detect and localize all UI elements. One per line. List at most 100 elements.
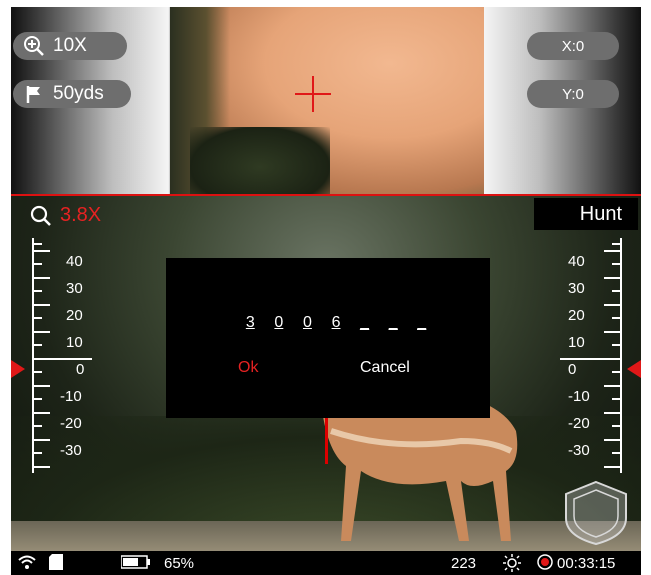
left-scale-label: -30 bbox=[60, 442, 82, 459]
preview-foliage bbox=[190, 127, 330, 195]
right-scale-minor-tick bbox=[612, 425, 622, 427]
magnification-value: 3.8X bbox=[60, 204, 102, 226]
right-scale-major-tick bbox=[604, 331, 622, 333]
battery-percent: 65% bbox=[164, 555, 195, 572]
right-scale-minor-tick bbox=[612, 317, 622, 319]
right-scale-minor-tick bbox=[612, 263, 622, 265]
digit-field[interactable]: 0 bbox=[265, 314, 294, 338]
shot-counter: 223 bbox=[451, 555, 477, 572]
x-offset-pill[interactable]: X:0 bbox=[527, 32, 619, 60]
right-scale-major-tick bbox=[604, 304, 622, 306]
left-scale-minor-tick bbox=[32, 317, 42, 319]
left-elevation-scale: 40 30 20 10 0 -10 -20 -30 bbox=[30, 238, 92, 473]
left-scale-major-tick bbox=[32, 304, 50, 306]
left-scale-spine bbox=[32, 238, 34, 473]
right-scale-major-tick bbox=[604, 412, 622, 414]
mode-label: Hunt bbox=[579, 202, 622, 225]
sd-card-icon bbox=[49, 554, 63, 570]
left-scale-label: 10 bbox=[66, 334, 83, 351]
right-scale-label: -20 bbox=[568, 415, 590, 432]
left-scale-minor-tick bbox=[32, 452, 42, 454]
right-scale-major-tick bbox=[604, 385, 622, 387]
left-scale-major-tick bbox=[32, 439, 50, 441]
viewfinder-frame: 10X 50yds X:0 Y:0 3.8X Hunt 40 30 20 10 … bbox=[0, 0, 651, 575]
mode-indicator[interactable]: Hunt bbox=[534, 198, 638, 230]
digit-entry-row[interactable]: 3 0 0 6 _ _ _ bbox=[236, 314, 436, 338]
left-scale-major-tick bbox=[32, 331, 50, 333]
main-reticle-vertical bbox=[325, 418, 328, 464]
right-scale-minor-tick bbox=[612, 371, 622, 373]
right-scale-label: 30 bbox=[568, 280, 585, 297]
left-scale-zero-tick bbox=[32, 358, 92, 360]
record-icon bbox=[537, 554, 553, 570]
left-scale-label: -20 bbox=[60, 415, 82, 432]
zoom-preview-image bbox=[170, 7, 484, 195]
left-scale-minor-tick bbox=[32, 243, 42, 245]
right-scale-zero-tick bbox=[560, 358, 622, 360]
right-scale-label: 20 bbox=[568, 307, 585, 324]
right-elevation-scale: 40 30 20 10 0 -10 -20 -30 bbox=[560, 238, 622, 473]
magnification-indicator: 3.8X bbox=[30, 204, 101, 227]
right-scale-minor-tick bbox=[612, 344, 622, 346]
left-zero-marker-icon bbox=[11, 360, 25, 378]
right-scale-major-tick bbox=[604, 250, 622, 252]
distance-pill[interactable]: 50yds bbox=[13, 80, 131, 108]
digit-field[interactable]: 0 bbox=[293, 314, 322, 338]
y-offset-label: Y:0 bbox=[562, 85, 584, 103]
flag-icon bbox=[26, 86, 40, 103]
wifi-icon bbox=[17, 554, 37, 570]
right-scale-minor-tick bbox=[612, 452, 622, 454]
shield-logo-icon bbox=[565, 480, 627, 546]
left-scale-label: 0 bbox=[76, 361, 85, 378]
left-scale-major-tick bbox=[32, 277, 50, 279]
right-scale-major-tick bbox=[604, 277, 622, 279]
digit-field[interactable]: _ bbox=[407, 314, 436, 338]
zoom-level-label: 10X bbox=[53, 35, 87, 56]
left-scale-minor-tick bbox=[32, 425, 42, 427]
zoom-crosshair-vertical bbox=[312, 76, 314, 112]
left-scale-label: 40 bbox=[66, 253, 83, 270]
left-scale-major-tick bbox=[32, 385, 50, 387]
serial-entry-dialog: 3 0 0 6 _ _ _ Ok Cancel bbox=[166, 258, 490, 418]
right-scale-label: 10 bbox=[568, 334, 585, 351]
right-scale-spine bbox=[620, 238, 622, 473]
left-scale-major-tick bbox=[32, 250, 50, 252]
left-scale-minor-tick bbox=[32, 371, 42, 373]
left-scale-label: 30 bbox=[66, 280, 83, 297]
accufire-logo bbox=[556, 480, 636, 546]
cancel-button[interactable]: Cancel bbox=[360, 359, 410, 377]
right-scale-label: -10 bbox=[568, 388, 590, 405]
right-scale-minor-tick bbox=[612, 290, 622, 292]
left-scale-label: -10 bbox=[60, 388, 82, 405]
magnifier-icon bbox=[30, 205, 51, 226]
status-bar: 65% 223 00:33:15 bbox=[11, 551, 641, 575]
digit-field[interactable]: _ bbox=[379, 314, 408, 338]
right-zero-marker-icon bbox=[627, 360, 641, 378]
zoom-in-icon bbox=[24, 36, 44, 56]
x-offset-label: X:0 bbox=[561, 37, 585, 55]
right-scale-major-tick bbox=[604, 466, 622, 468]
left-scale-minor-tick bbox=[32, 263, 42, 265]
left-scale-major-tick bbox=[32, 466, 50, 468]
left-scale-major-tick bbox=[32, 412, 50, 414]
digit-field[interactable]: 6 bbox=[322, 314, 351, 338]
digit-field[interactable]: 3 bbox=[236, 314, 265, 338]
left-scale-minor-tick bbox=[32, 398, 42, 400]
left-scale-minor-tick bbox=[32, 344, 42, 346]
distance-label: 50yds bbox=[53, 83, 104, 104]
left-scale-minor-tick bbox=[32, 290, 42, 292]
ok-button[interactable]: Ok bbox=[238, 359, 258, 377]
battery-icon bbox=[121, 555, 151, 569]
left-scale-label: 20 bbox=[66, 307, 83, 324]
record-time: 00:33:15 bbox=[557, 555, 616, 572]
right-scale-label: 40 bbox=[568, 253, 585, 270]
brightness-icon bbox=[503, 554, 521, 572]
y-offset-pill[interactable]: Y:0 bbox=[527, 80, 619, 108]
digit-field[interactable]: _ bbox=[350, 314, 379, 338]
right-scale-minor-tick bbox=[612, 398, 622, 400]
right-scale-minor-tick bbox=[612, 243, 622, 245]
right-scale-major-tick bbox=[604, 439, 622, 441]
right-scale-label: 0 bbox=[568, 361, 577, 378]
right-scale-label: -30 bbox=[568, 442, 590, 459]
zoom-level-pill[interactable]: 10X bbox=[13, 32, 127, 60]
